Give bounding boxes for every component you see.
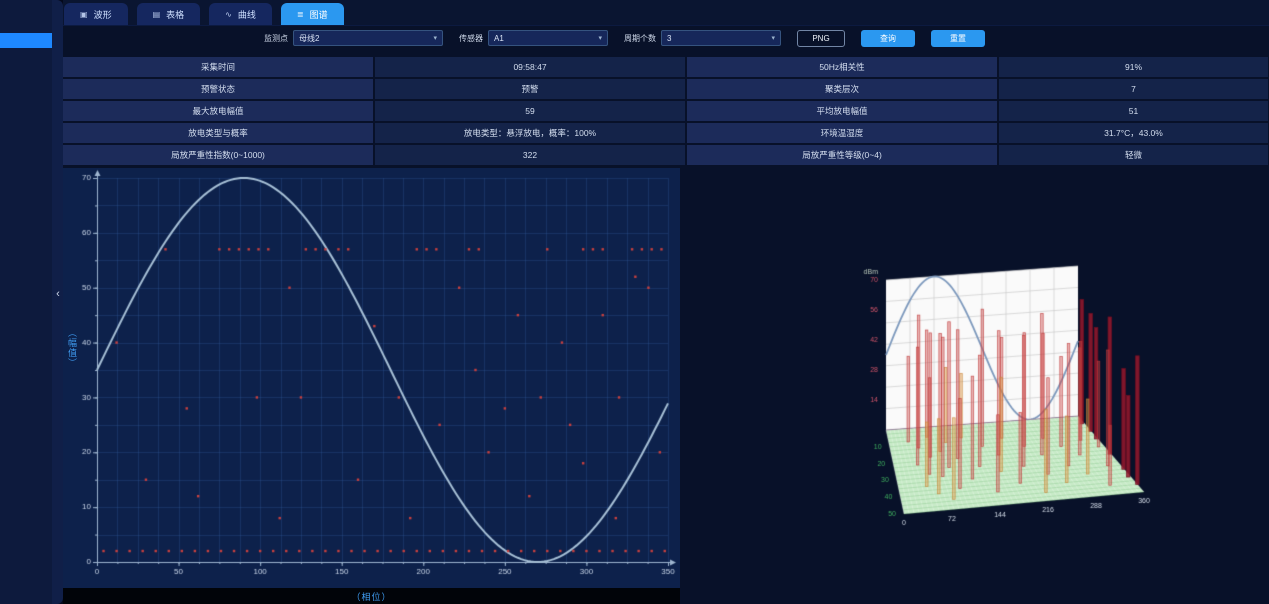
- table-label: 最大放电幅值: [63, 101, 373, 121]
- table-label: 50Hz相关性: [687, 57, 997, 77]
- table-value: 51: [999, 101, 1268, 121]
- tab-table-label: 表格: [166, 8, 184, 21]
- table-label: 局放严重性指数(0~1000): [63, 145, 373, 165]
- filter-period-count: 周期个数 3 ▾: [624, 30, 781, 46]
- prps-chart-panel: [850, 258, 1165, 538]
- table-value: 预警: [375, 79, 685, 99]
- table-value: 09:58:47: [375, 57, 685, 77]
- chevron-down-icon: ▾: [598, 34, 602, 42]
- chevron-down-icon: ▾: [771, 34, 775, 42]
- tab-curve[interactable]: ∿ 曲线: [209, 3, 272, 25]
- prpd-canvas[interactable]: [63, 168, 680, 588]
- table-label: 环境温湿度: [687, 123, 997, 143]
- period-count-select[interactable]: 3 ▾: [661, 30, 781, 46]
- prpd-x-axis-title: （相位）: [351, 590, 391, 603]
- filter-monitor-point-label: 监测点: [264, 33, 288, 44]
- prps-canvas[interactable]: [850, 258, 1165, 538]
- table-label: 预警状态: [63, 79, 373, 99]
- prpd-x-axis-strip: （相位）: [63, 588, 680, 604]
- sensor-select[interactable]: A1 ▾: [488, 30, 608, 46]
- tab-spectrum[interactable]: ≣ 图谱: [281, 3, 344, 25]
- table-label: 局放严重性等级(0~4): [687, 145, 997, 165]
- sidebar-rail: [52, 0, 63, 604]
- filter-monitor-point: 监测点 母线2 ▾: [264, 30, 443, 46]
- tab-curve-label: 曲线: [238, 8, 256, 21]
- table-value: 322: [375, 145, 685, 165]
- prpd-chart-panel: （幅值）: [63, 168, 680, 588]
- table-label: 平均放电幅值: [687, 101, 997, 121]
- filter-toolbar: 监测点 母线2 ▾ 传感器 A1 ▾ 周期个数 3 ▾ P: [63, 27, 1269, 49]
- tab-bar: ▣ 波形 ▤ 表格 ∿ 曲线 ≣ 图谱: [63, 0, 1269, 26]
- table-value: 放电类型：悬浮放电，概率：100%: [375, 123, 685, 143]
- table-value: 59: [375, 101, 685, 121]
- tab-table[interactable]: ▤ 表格: [137, 3, 201, 25]
- table-value: 31.7°C，43.0%: [999, 123, 1268, 143]
- table-label: 放电类型与概率: [63, 123, 373, 143]
- table-value: 91%: [999, 57, 1268, 77]
- sidebar-item-selected[interactable]: [0, 33, 52, 48]
- filter-sensor-label: 传感器: [459, 33, 483, 44]
- chevron-down-icon: ▾: [433, 34, 437, 42]
- prpd-y-axis-title: （幅值）: [66, 328, 79, 368]
- sensor-value: A1: [494, 34, 504, 43]
- table-value: 轻微: [999, 145, 1268, 165]
- collapse-chevron-icon[interactable]: ‹: [53, 287, 63, 301]
- filter-period-count-label: 周期个数: [624, 33, 656, 44]
- table-icon: ▤: [153, 10, 161, 19]
- table-label: 聚类层次: [687, 79, 997, 99]
- curve-icon: ∿: [225, 10, 232, 19]
- filter-sensor: 传感器 A1 ▾: [459, 30, 608, 46]
- table-value: 7: [999, 79, 1268, 99]
- reset-button[interactable]: 重置: [931, 30, 985, 47]
- tab-waveform-label: 波形: [94, 8, 112, 21]
- period-count-value: 3: [667, 34, 671, 43]
- main-panel: ▣ 波形 ▤ 表格 ∿ 曲线 ≣ 图谱 监测点 母线2 ▾: [63, 0, 1269, 604]
- monitor-point-value: 母线2: [299, 33, 319, 44]
- spectrum-icon: ≣: [297, 10, 304, 19]
- left-sidebar: [0, 0, 52, 604]
- export-png-button[interactable]: PNG: [797, 30, 845, 47]
- table-label: 采集时间: [63, 57, 373, 77]
- app-window: ‹ ▣ 波形 ▤ 表格 ∿ 曲线 ≣ 图谱 监测点: [0, 0, 1269, 604]
- tab-spectrum-label: 图谱: [310, 8, 328, 21]
- query-button[interactable]: 查询: [861, 30, 915, 47]
- tab-waveform[interactable]: ▣ 波形: [64, 3, 128, 25]
- summary-table: 采集时间 09:58:47 50Hz相关性 91% 预警状态 预警 聚类层次 7…: [63, 57, 1268, 165]
- waveform-icon: ▣: [80, 10, 88, 19]
- monitor-point-select[interactable]: 母线2 ▾: [293, 30, 443, 46]
